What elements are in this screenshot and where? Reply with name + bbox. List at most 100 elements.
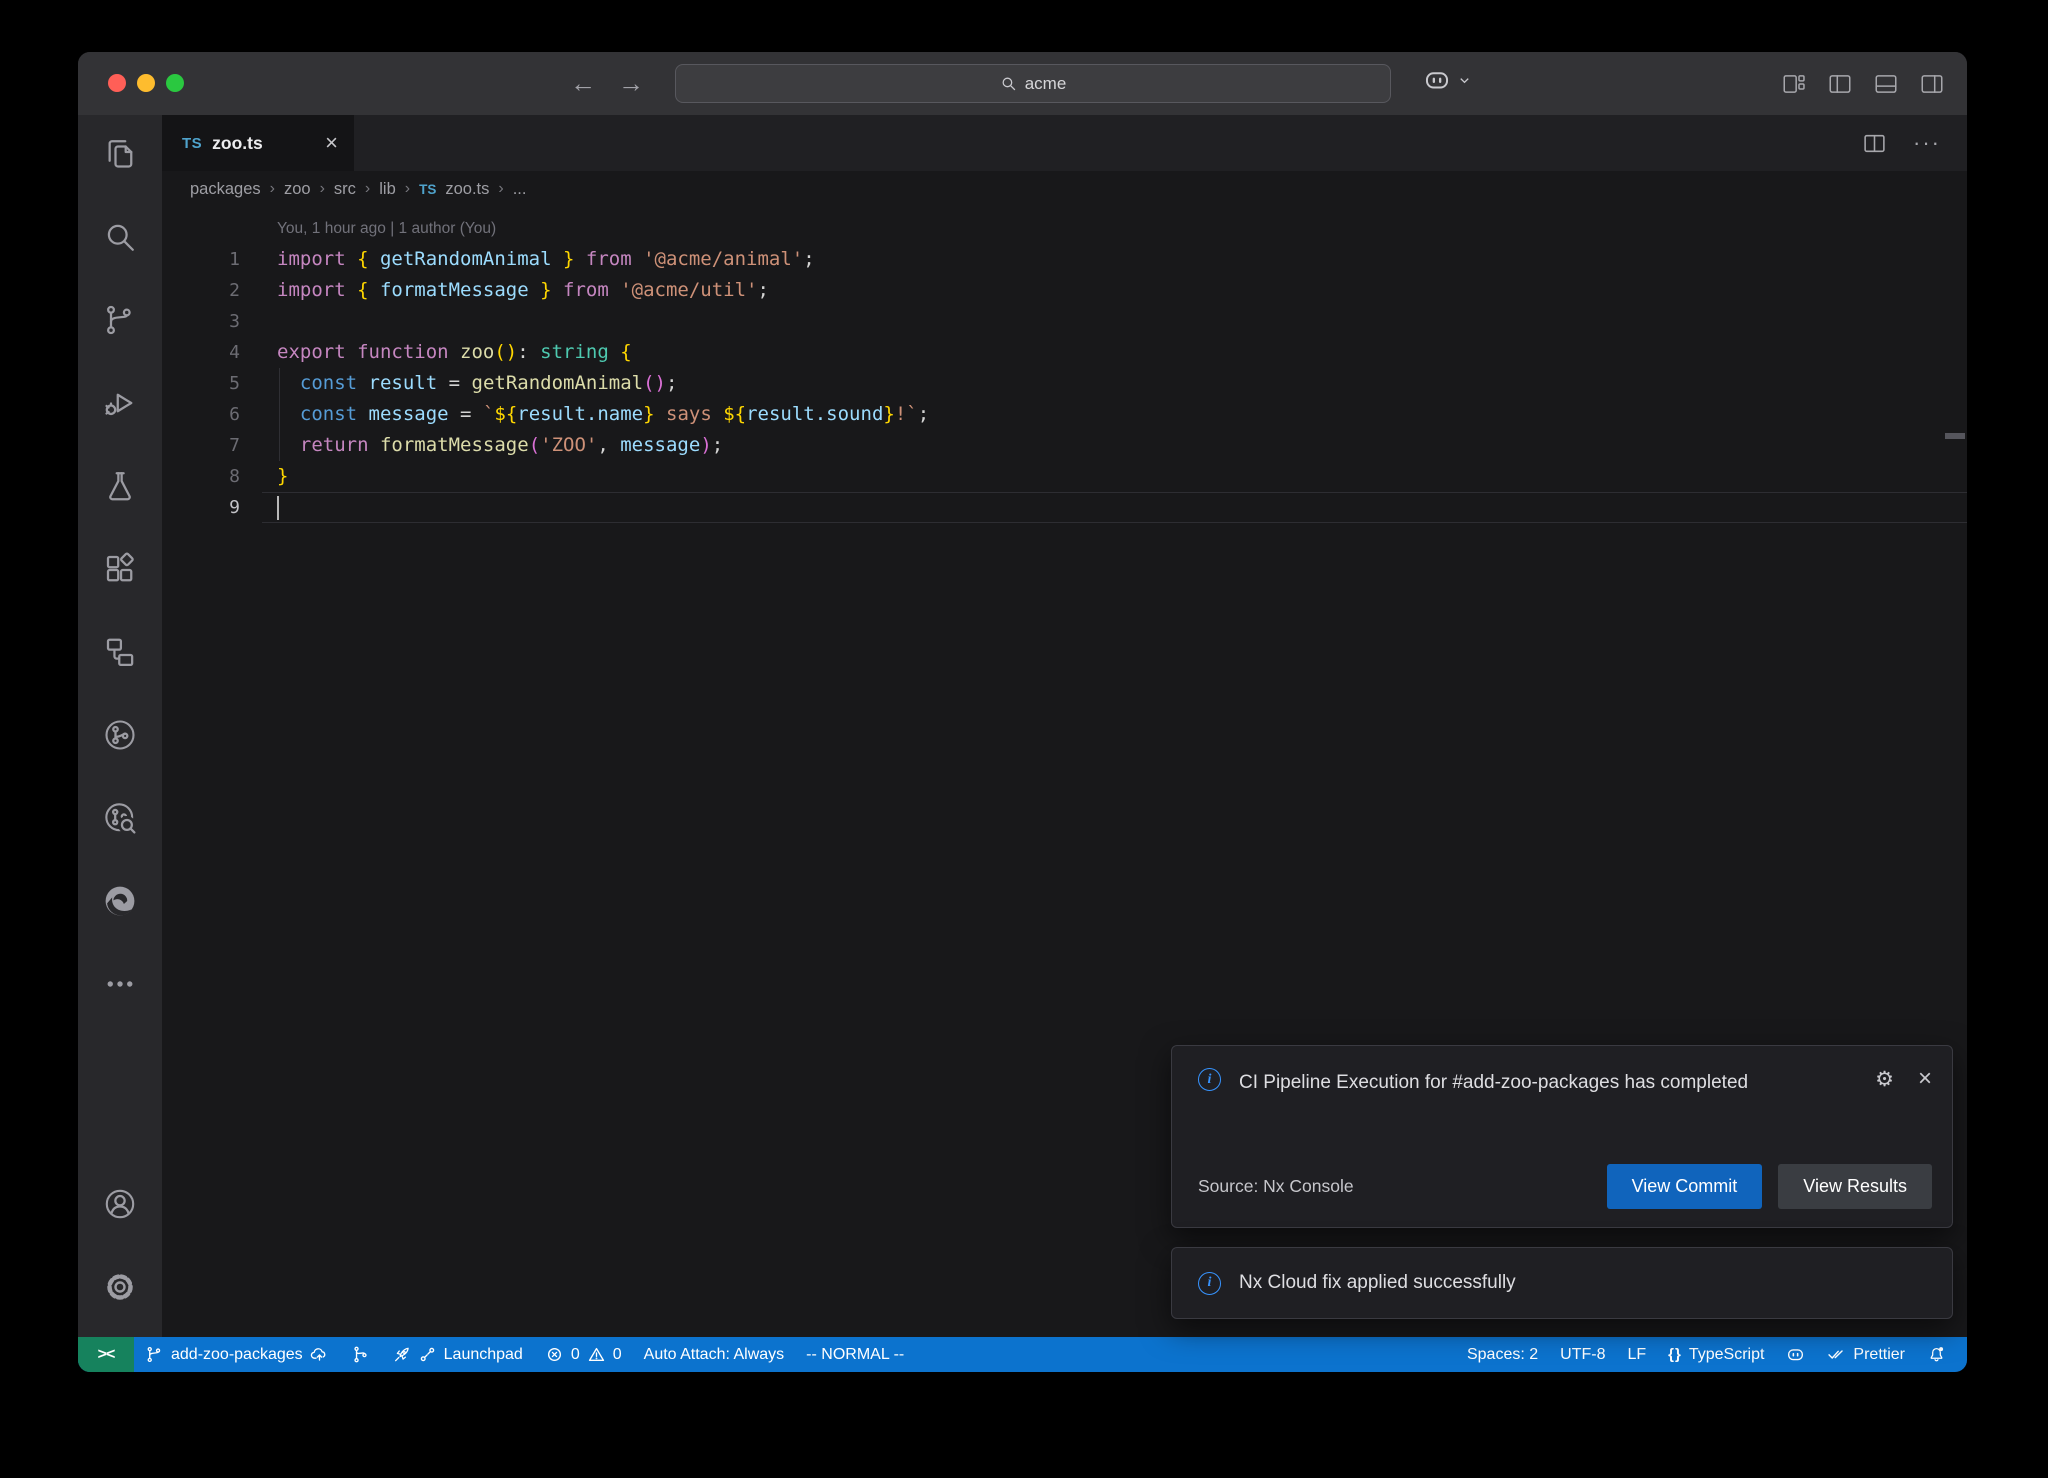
breadcrumb-separator-icon: › (270, 180, 275, 198)
view-results-button[interactable]: View Results (1778, 1164, 1932, 1209)
back-icon[interactable]: ← (570, 68, 596, 99)
status-item-formatter[interactable]: Prettier (1816, 1337, 1916, 1372)
status-bar-left: >< add-zoo-packages Launchpad 00Auto Attach… (78, 1337, 915, 1372)
status-item-label: {} (1668, 1346, 1682, 1363)
error-icon (545, 1345, 564, 1364)
code-line-6: 6 const message = `${result.name} says $… (162, 399, 1967, 430)
view-commit-button[interactable]: View Commit (1607, 1164, 1763, 1209)
status-item-language-mode[interactable]: {}TypeScript (1657, 1337, 1775, 1372)
activity-item-extensions[interactable] (78, 530, 162, 613)
activity-item-testing[interactable] (78, 447, 162, 530)
zoom-window-button[interactable] (166, 74, 184, 92)
status-item-label: Launchpad (444, 1346, 523, 1364)
status-bar: >< add-zoo-packages Launchpad 00Auto Attach… (78, 1337, 1967, 1372)
status-item-eol[interactable]: LF (1616, 1337, 1657, 1372)
status-item-copilot-status[interactable] (1775, 1337, 1816, 1372)
copilot-menu-button[interactable] (1423, 66, 1472, 94)
activity-item-search[interactable] (78, 198, 162, 281)
explorer-icon (102, 136, 138, 177)
breadcrumb-item-lib[interactable]: lib (379, 180, 396, 199)
notification-ci-pipeline: i CI Pipeline Execution for #add-zoo-pac… (1171, 1045, 1953, 1228)
breadcrumb-item-packages[interactable]: packages (190, 180, 261, 199)
status-item-git-branch[interactable]: add-zoo-packages (134, 1337, 340, 1372)
activity-item-nx-console[interactable] (78, 696, 162, 779)
notification-close-icon[interactable]: × (1918, 1068, 1932, 1090)
overview-ruler-cursor-marker (1945, 433, 1965, 439)
activity-item-references[interactable] (78, 613, 162, 696)
command-center-text: acme (1025, 74, 1067, 94)
breadcrumb-item-file[interactable]: zoo.ts (445, 180, 489, 199)
status-item-label: LF (1627, 1346, 1646, 1364)
code-line-3: 3 (162, 306, 1967, 337)
edge-tools-icon (102, 883, 138, 924)
activity-item-run-and-debug[interactable] (78, 364, 162, 447)
tab-close-icon[interactable]: × (325, 132, 338, 154)
code-line-8: 8} (162, 461, 1967, 492)
toggle-panel-icon[interactable] (1873, 71, 1899, 97)
close-window-button[interactable] (108, 74, 126, 92)
line-content (240, 306, 277, 337)
search-icon (1000, 75, 1017, 92)
notification-footer: Source: Nx Console View Commit View Resu… (1198, 1164, 1932, 1209)
status-item-remote-indicator[interactable]: >< (78, 1337, 134, 1372)
line-number: 1 (162, 244, 240, 275)
activity-item-source-control[interactable] (78, 281, 162, 364)
status-item-label: add-zoo-packages (171, 1346, 303, 1364)
line-number: 6 (162, 399, 240, 430)
status-item-label: 0 (613, 1346, 622, 1364)
activity-item-more[interactable] (78, 945, 162, 1028)
activity-item-explorer[interactable] (78, 115, 162, 198)
title-bar: ← → acme (78, 52, 1967, 115)
line-content: import { formatMessage } from '@acme/uti… (240, 275, 769, 306)
line-content: return formatMessage('ZOO', message); (240, 430, 723, 461)
typescript-file-icon: TS (182, 135, 202, 152)
breadcrumb-item-zoo[interactable]: zoo (284, 180, 311, 199)
status-item-git-graph[interactable] (340, 1337, 381, 1372)
search-icon (102, 219, 138, 260)
line-content: const message = `${result.name} says ${r… (240, 399, 929, 430)
command-center-search[interactable]: acme (675, 64, 1391, 103)
notification-buttons: View Commit View Results (1607, 1164, 1932, 1209)
status-item-notifications-bell[interactable] (1916, 1337, 1957, 1372)
code-line-5: 5 const result = getRandomAnimal(); (162, 368, 1967, 399)
activity-item-nx-cloud[interactable] (78, 779, 162, 862)
split-editor-icon[interactable] (1862, 131, 1887, 156)
status-item-indentation[interactable]: Spaces: 2 (1456, 1337, 1549, 1372)
notification-toolbar: ⚙ × (1875, 1068, 1932, 1098)
line-content: } (240, 461, 288, 492)
activity-item-edge-tools[interactable] (78, 862, 162, 945)
accounts-icon (102, 1186, 138, 1227)
breadcrumb-separator-icon: › (405, 180, 410, 198)
breadcrumb-more[interactable]: ... (513, 180, 527, 199)
toggle-secondary-sidebar-icon[interactable] (1919, 71, 1945, 97)
info-icon: i (1198, 1068, 1221, 1091)
chevron-down-icon (1457, 73, 1472, 88)
branch-icon (145, 1345, 164, 1364)
activity-item-accounts[interactable] (78, 1165, 162, 1248)
line-content: export function zoo(): string { (240, 337, 632, 368)
status-item-problems[interactable]: 00 (534, 1337, 633, 1372)
warning-icon (587, 1345, 606, 1364)
toggle-primary-sidebar-icon[interactable] (1827, 71, 1853, 97)
tab-zoo-ts[interactable]: TS zoo.ts × (162, 115, 354, 171)
status-item-vim-mode[interactable]: -- NORMAL -- (795, 1337, 915, 1372)
forward-icon[interactable]: → (618, 68, 644, 99)
breadcrumb-separator-icon: › (498, 180, 503, 198)
customize-layout-icon[interactable] (1781, 71, 1807, 97)
testing-icon (102, 468, 138, 509)
line-number: 4 (162, 337, 240, 368)
minimize-window-button[interactable] (137, 74, 155, 92)
status-item-launchpad[interactable]: Launchpad (381, 1337, 534, 1372)
notification-message: Nx Cloud fix applied successfully (1239, 1268, 1516, 1298)
status-item-encoding[interactable]: UTF-8 (1549, 1337, 1616, 1372)
activity-item-settings[interactable] (78, 1248, 162, 1331)
more-actions-icon[interactable]: ··· (1913, 130, 1941, 156)
copilot-icon (1423, 66, 1451, 94)
status-item-label: Prettier (1853, 1346, 1905, 1364)
status-item-auto-attach[interactable]: Auto Attach: Always (633, 1337, 796, 1372)
code-line-7: 7 return formatMessage('ZOO', message); (162, 430, 1967, 461)
notification-settings-icon[interactable]: ⚙ (1875, 1068, 1894, 1091)
breadcrumb-item-src[interactable]: src (334, 180, 356, 199)
double-check-icon (1827, 1345, 1846, 1364)
code-lines: You, 1 hour ago | 1 author (You)1import … (162, 213, 1967, 523)
